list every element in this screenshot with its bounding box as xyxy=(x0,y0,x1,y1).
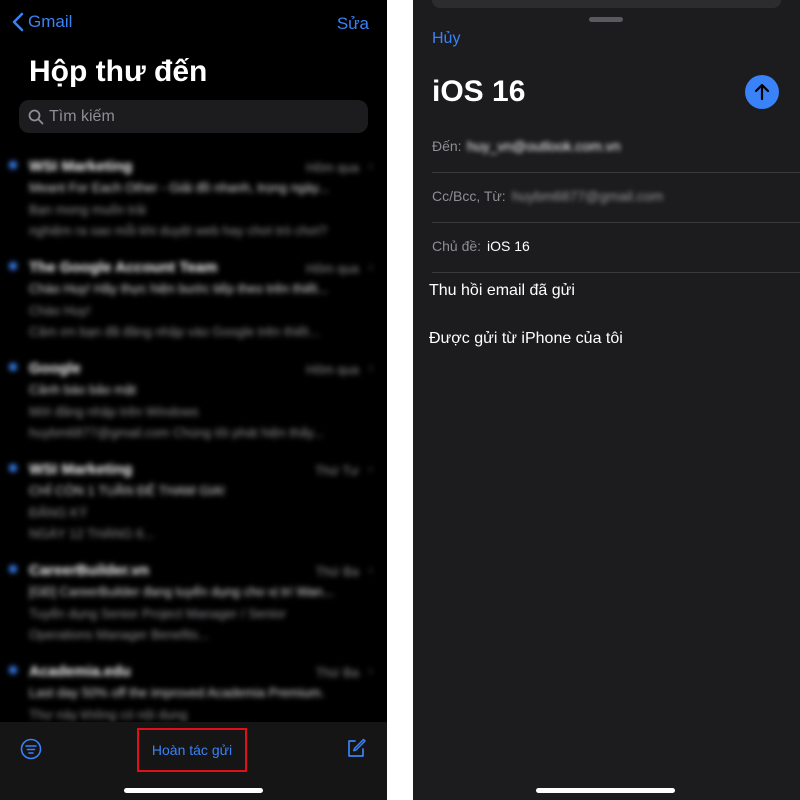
subject-label: Chủ đề: xyxy=(432,238,482,254)
unread-dot xyxy=(9,363,17,371)
background-sheet xyxy=(432,0,781,8)
mail-subject: CHỈ CÒN 1 TUẦN ĐỂ THAM GIA! xyxy=(29,483,225,498)
page-title: Hộp thư đến xyxy=(29,55,208,88)
mail-item[interactable]: Google Hôm qua › Cảnh báo bảo mật Mới đă… xyxy=(0,352,387,453)
search-placeholder: Tìm kiếm xyxy=(49,107,115,125)
unread-dot xyxy=(9,565,17,573)
sheet-grabber[interactable] xyxy=(589,17,623,22)
mail-subject: Meant For Each Other - Giải đồ nhanh, tr… xyxy=(29,180,329,195)
chevron-right-icon: › xyxy=(368,561,373,577)
cancel-button[interactable]: Hủy xyxy=(432,30,460,48)
mail-preview: Thư này không có nội dung xyxy=(29,707,188,722)
compose-title: iOS 16 xyxy=(432,75,526,108)
mail-preview: Operations Manager Benefits... xyxy=(29,627,209,642)
subject-value: iOS 16 xyxy=(487,238,530,254)
mail-subject: Last day 50% off the improved Academia P… xyxy=(29,685,325,700)
search-icon xyxy=(28,109,44,124)
from-value: huybm6877@gmail.com xyxy=(512,188,664,204)
mail-preview: Mới đăng nhập trên Windows xyxy=(29,404,199,419)
compose-screen: Hủy iOS 16 Đến: huy_vn@outlook.com.vn Cc… xyxy=(413,0,800,800)
mail-subject: Chào Huy! Hãy thực hiện bước tiếp theo t… xyxy=(29,281,329,296)
mail-sender: CareerBuilder.vn xyxy=(29,562,150,579)
mail-item[interactable]: CareerBuilder.vn Thứ Ba › [GĐ] CareerBui… xyxy=(0,554,387,655)
ccbcc-field[interactable]: Cc/Bcc, Từ: huybm6877@gmail.com xyxy=(432,172,800,223)
to-value: huy_vn@outlook.com.vn xyxy=(467,138,621,154)
mail-subject: [GĐ] CareerBuilder đang tuyển dụng cho v… xyxy=(29,584,334,599)
mail-subject: Cảnh báo bảo mật xyxy=(29,382,136,397)
chevron-right-icon: › xyxy=(368,662,373,678)
inbox-screen: Gmail Sửa Hộp thư đến Tìm kiếm WSI Marke… xyxy=(0,0,387,800)
home-indicator xyxy=(536,788,675,793)
mail-sender: WSI Marketing xyxy=(29,158,133,175)
mail-preview: ĐĂNG KÝ xyxy=(29,505,88,520)
mail-sender: Academia.edu xyxy=(29,663,131,680)
mail-list: WSI Marketing Hôm qua › Meant For Each O… xyxy=(0,150,387,756)
to-field[interactable]: Đến: huy_vn@outlook.com.vn xyxy=(432,122,800,173)
mail-item[interactable]: WSI Marketing Hôm qua › Meant For Each O… xyxy=(0,150,387,251)
send-button[interactable] xyxy=(745,75,779,109)
mail-preview: NGÀY 12 THÁNG 6... xyxy=(29,526,155,541)
mail-preview: Chào Huy! xyxy=(29,303,91,318)
mail-date: Hôm qua xyxy=(306,160,359,175)
mail-preview: nghiệm ra sao mỗi khi duyệt web hay chơi… xyxy=(29,223,328,238)
chevron-right-icon: › xyxy=(368,157,373,173)
mail-sender: Google xyxy=(29,360,81,377)
chevron-right-icon: › xyxy=(368,258,373,274)
signature-text[interactable]: Được gửi từ iPhone của tôi xyxy=(429,330,623,348)
mail-sender: The Google Account Team xyxy=(29,259,218,276)
chevron-right-icon: › xyxy=(368,460,373,476)
chevron-right-icon: › xyxy=(368,359,373,375)
unread-dot xyxy=(9,464,17,472)
chevron-left-icon xyxy=(12,12,24,32)
undo-send-button[interactable]: Hoàn tác gửi xyxy=(137,728,247,772)
body-text[interactable]: Thu hồi email đã gửi xyxy=(429,282,575,300)
back-button[interactable]: Gmail xyxy=(12,12,72,32)
mail-item[interactable]: The Google Account Team Hôm qua › Chào H… xyxy=(0,251,387,352)
arrow-up-icon xyxy=(754,83,770,101)
mail-date: Thứ Ba xyxy=(315,665,359,680)
edit-button[interactable]: Sửa xyxy=(337,14,369,34)
mail-item[interactable]: WSI Marketing Thứ Tư › CHỈ CÒN 1 TUẦN ĐỂ… xyxy=(0,453,387,554)
unread-dot xyxy=(9,161,17,169)
mail-preview: Cảm ơn bạn đã đăng nhập vào Google trên … xyxy=(29,324,320,339)
back-label: Gmail xyxy=(28,12,73,31)
home-indicator xyxy=(124,788,263,793)
mail-sender: WSI Marketing xyxy=(29,461,133,478)
subject-field[interactable]: Chủ đề: iOS 16 xyxy=(432,222,800,273)
compose-icon[interactable] xyxy=(345,737,367,759)
mail-date: Hôm qua xyxy=(306,261,359,276)
unread-dot xyxy=(9,262,17,270)
search-input[interactable]: Tìm kiếm xyxy=(19,100,368,133)
mail-preview: Tuyển dụng Senior Project Manager / Seni… xyxy=(29,606,286,621)
ccbcc-label: Cc/Bcc, Từ: xyxy=(432,188,506,204)
mail-date: Hôm qua xyxy=(306,362,359,377)
unread-dot xyxy=(9,666,17,674)
mail-date: Thứ Ba xyxy=(315,564,359,579)
to-label: Đến: xyxy=(432,138,462,154)
mail-preview: huybm6877@gmail.com Chúng tôi phát hiện … xyxy=(29,425,324,440)
mail-date: Thứ Tư xyxy=(315,463,359,478)
filter-icon[interactable] xyxy=(20,738,42,760)
mail-preview: Bạn mong muốn trải xyxy=(29,202,147,217)
